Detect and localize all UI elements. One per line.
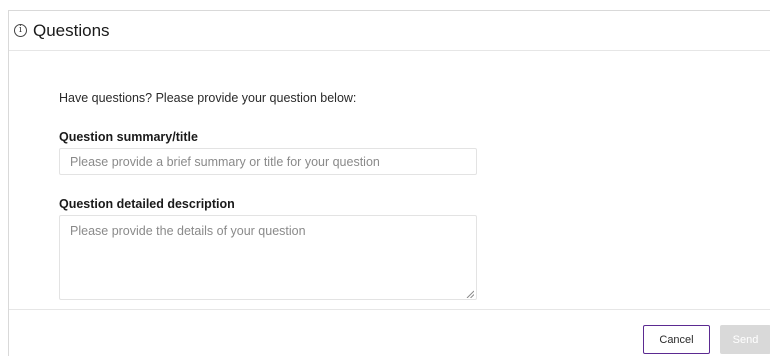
resize-grip-icon[interactable] (466, 290, 474, 298)
summary-label: Question summary/title (59, 130, 198, 144)
description-textarea[interactable] (59, 215, 477, 300)
questions-dialog: i Questions Have questions? Please provi… (8, 10, 770, 356)
dialog-body: Have questions? Please provide your ques… (9, 51, 770, 310)
dialog-title: Questions (33, 20, 110, 40)
dialog-footer: Cancel Send (9, 310, 770, 357)
info-icon: i (14, 24, 27, 37)
intro-text: Have questions? Please provide your ques… (59, 91, 357, 105)
cancel-button[interactable]: Cancel (643, 325, 710, 354)
dialog-header: i Questions (9, 11, 770, 51)
summary-input[interactable] (59, 148, 477, 175)
send-button[interactable]: Send (720, 325, 770, 354)
description-label: Question detailed description (59, 197, 235, 211)
